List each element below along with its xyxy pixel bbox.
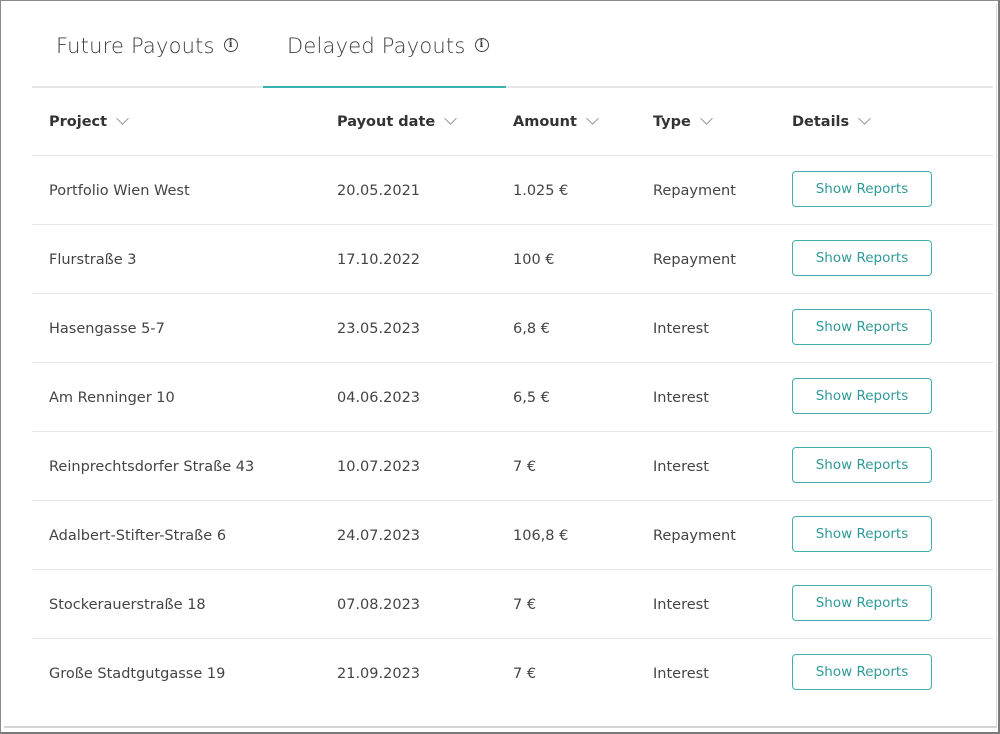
chevron-down-icon xyxy=(699,112,713,125)
info-circle-icon[interactable]: i xyxy=(474,37,489,52)
cell-payout-date: 07.08.2023 xyxy=(337,596,421,613)
cell-project: Reinprechtsdorfer Straße 43 xyxy=(49,458,255,475)
window-frame: Future Payouts i Delayed Payouts i Proje… xyxy=(0,0,1000,734)
show-reports-button[interactable]: Show Reports xyxy=(792,585,932,621)
cell-payout-date: 17.10.2022 xyxy=(337,251,421,268)
cell-amount: 100 € xyxy=(513,251,555,268)
table-row: Hasengasse 5-7 23.05.2023 6,8 € Interest… xyxy=(32,294,993,363)
column-label: Project xyxy=(49,114,108,130)
tab-bar: Future Payouts i Delayed Payouts i xyxy=(32,4,993,88)
cell-project: Große Stadtgutgasse 19 xyxy=(49,665,226,682)
chevron-down-icon xyxy=(116,112,129,125)
show-reports-button[interactable]: Show Reports xyxy=(792,516,932,552)
cell-amount: 6,8 € xyxy=(513,320,550,337)
cell-type: Interest xyxy=(653,320,709,337)
table-body: Portfolio Wien West 20.05.2021 1.025 € R… xyxy=(32,156,993,708)
show-reports-button[interactable]: Show Reports xyxy=(792,378,932,414)
cell-amount: 1.025 € xyxy=(513,182,569,199)
cell-amount: 7 € xyxy=(513,458,537,475)
cell-project: Stockerauerstraße 18 xyxy=(49,596,206,613)
cell-details: Show Reports xyxy=(792,225,932,294)
cell-project: Portfolio Wien West xyxy=(49,182,190,199)
column-label: Amount xyxy=(513,114,577,130)
column-label: Type xyxy=(653,114,691,130)
column-header-project[interactable]: Project xyxy=(49,88,129,156)
table-row: Portfolio Wien West 20.05.2021 1.025 € R… xyxy=(32,156,993,225)
cell-payout-date: 24.07.2023 xyxy=(337,527,421,544)
cell-payout-date: 20.05.2021 xyxy=(337,182,421,199)
payouts-card: Future Payouts i Delayed Payouts i Proje… xyxy=(4,4,997,728)
chevron-down-icon xyxy=(586,112,599,125)
cell-details: Show Reports xyxy=(792,363,932,432)
cell-type: Interest xyxy=(653,458,709,475)
table-row: Flurstraße 3 17.10.2022 100 € Repayment … xyxy=(32,225,993,294)
cell-payout-date: 04.06.2023 xyxy=(337,389,421,406)
table-row: Adalbert-Stifter-Straße 6 24.07.2023 106… xyxy=(32,501,993,570)
payouts-table: Project Payout date Amount Type Details xyxy=(32,88,993,708)
cell-amount: 106,8 € xyxy=(513,527,569,544)
cell-details: Show Reports xyxy=(792,294,932,363)
column-header-details[interactable]: Details xyxy=(792,88,872,156)
info-circle-icon[interactable]: i xyxy=(223,37,238,52)
column-header-amount[interactable]: Amount xyxy=(513,88,599,156)
cell-details: Show Reports xyxy=(792,432,932,501)
tab-label: Delayed Payouts xyxy=(287,34,466,58)
cell-details: Show Reports xyxy=(792,570,932,639)
tab-delayed-payouts[interactable]: Delayed Payouts i xyxy=(263,4,506,88)
cell-payout-date: 21.09.2023 xyxy=(337,665,421,682)
cell-amount: 7 € xyxy=(513,596,537,613)
show-reports-button[interactable]: Show Reports xyxy=(792,240,932,276)
column-label: Payout date xyxy=(337,114,436,130)
show-reports-button[interactable]: Show Reports xyxy=(792,171,932,207)
cell-type: Interest xyxy=(653,596,709,613)
show-reports-button[interactable]: Show Reports xyxy=(792,309,932,345)
cell-type: Repayment xyxy=(653,527,736,544)
cell-details: Show Reports xyxy=(792,156,932,225)
show-reports-button[interactable]: Show Reports xyxy=(792,654,932,690)
table-header: Project Payout date Amount Type Details xyxy=(32,88,993,156)
cell-amount: 6,5 € xyxy=(513,389,550,406)
show-reports-button[interactable]: Show Reports xyxy=(792,447,932,483)
cell-project: Flurstraße 3 xyxy=(49,251,137,268)
cell-project: Hasengasse 5-7 xyxy=(49,320,165,337)
chevron-down-icon xyxy=(444,112,458,125)
cell-payout-date: 23.05.2023 xyxy=(337,320,421,337)
tab-label: Future Payouts xyxy=(56,34,215,58)
table-row: Große Stadtgutgasse 19 21.09.2023 7 € In… xyxy=(32,639,993,708)
column-label: Details xyxy=(792,114,850,130)
column-header-type[interactable]: Type xyxy=(653,88,713,156)
tab-future-payouts[interactable]: Future Payouts i xyxy=(56,4,238,88)
cell-details: Show Reports xyxy=(792,639,932,708)
cell-type: Interest xyxy=(653,665,709,682)
cell-payout-date: 10.07.2023 xyxy=(337,458,421,475)
cell-amount: 7 € xyxy=(513,665,537,682)
cell-type: Repayment xyxy=(653,251,736,268)
cell-project: Adalbert-Stifter-Straße 6 xyxy=(49,527,227,544)
chevron-down-icon xyxy=(858,112,872,125)
table-row: Stockerauerstraße 18 07.08.2023 7 € Inte… xyxy=(32,570,993,639)
cell-type: Repayment xyxy=(653,182,736,199)
cell-type: Interest xyxy=(653,389,709,406)
cell-project: Am Renninger 10 xyxy=(49,389,175,406)
column-header-payout-date[interactable]: Payout date xyxy=(337,88,458,156)
table-row: Reinprechtsdorfer Straße 43 10.07.2023 7… xyxy=(32,432,993,501)
table-row: Am Renninger 10 04.06.2023 6,5 € Interes… xyxy=(32,363,993,432)
cell-details: Show Reports xyxy=(792,501,932,570)
